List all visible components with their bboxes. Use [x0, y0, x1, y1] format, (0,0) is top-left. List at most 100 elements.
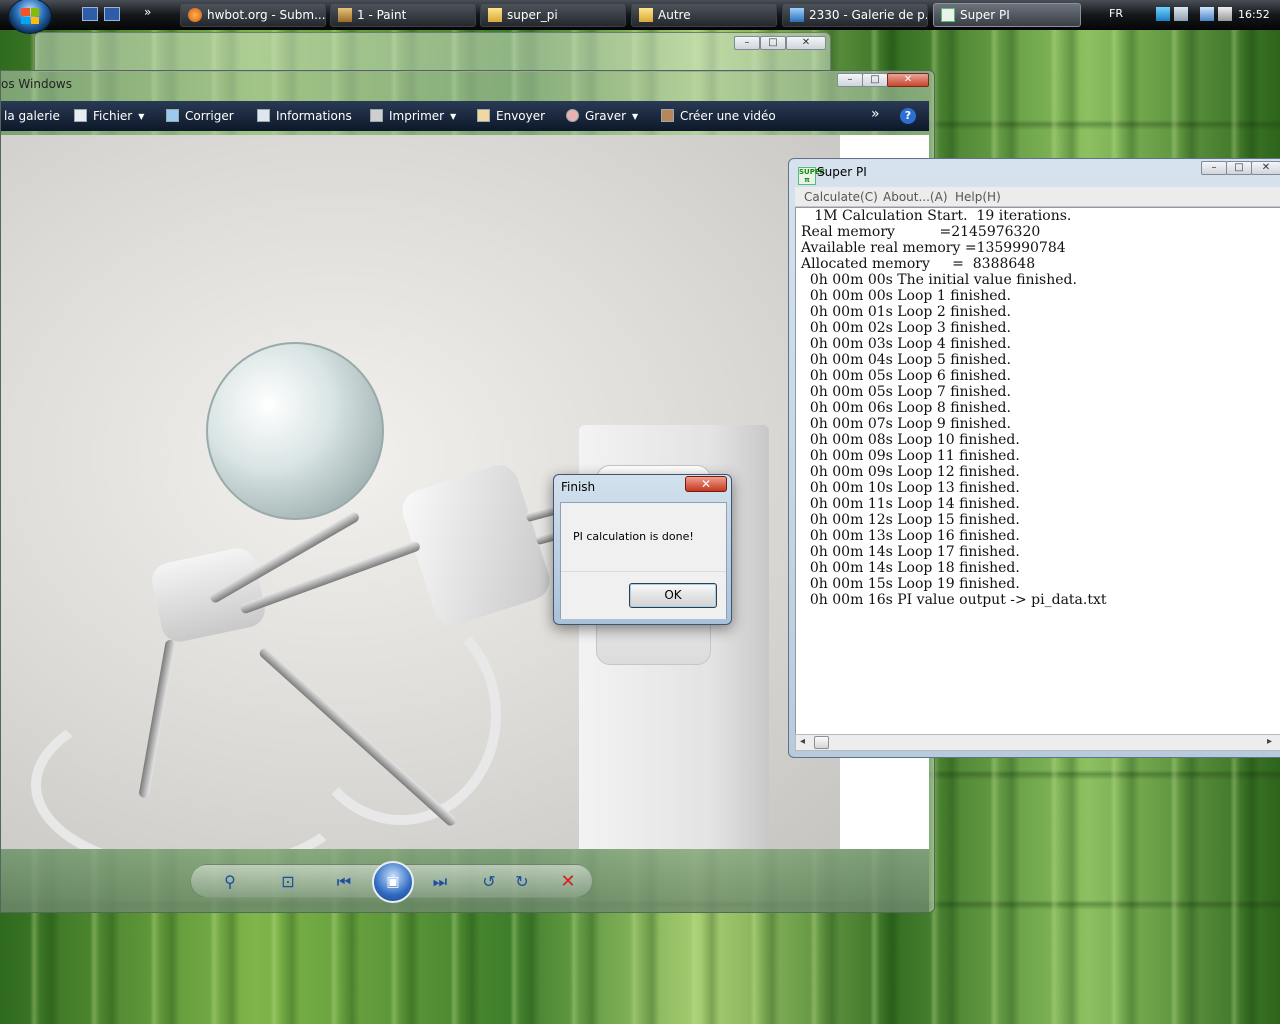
task-label: hwbot.org - Subm... [207, 8, 326, 22]
log-line: 0h 00m 06s Loop 8 finished. [801, 400, 1011, 416]
folder-icon [488, 8, 502, 22]
task-hwbot[interactable]: hwbot.org - Subm... [180, 3, 326, 27]
task-photo-gallery[interactable]: 2330 - Galerie de p... [782, 3, 928, 27]
close-button[interactable]: ✕ [887, 73, 929, 87]
dialog-body: PI calculation is done! OK [560, 502, 727, 619]
menu-about[interactable]: About...(A) [883, 190, 948, 204]
log-line: 0h 00m 11s Loop 14 finished. [801, 496, 1020, 512]
task-autre-folder[interactable]: Autre [631, 3, 777, 27]
log-line: 0h 00m 00s The initial value finished. [801, 272, 1077, 288]
dialog-title: Finish [561, 480, 596, 494]
create-video-label: Créer une vidéo [680, 109, 776, 123]
window-title: Super PI [817, 165, 867, 179]
disc-icon [566, 109, 579, 122]
task-paint[interactable]: 1 - Paint [330, 3, 476, 27]
folder-icon [639, 8, 653, 22]
start-button[interactable] [8, 0, 52, 34]
light-bulb [206, 342, 384, 520]
task-super-pi-folder[interactable]: super_pi [480, 3, 626, 27]
network-icon[interactable] [1200, 7, 1214, 21]
horizontal-scrollbar[interactable]: ◂ ▸ [795, 734, 1280, 751]
print-menu[interactable]: Imprimer ▼ [370, 109, 456, 123]
task-label: 1 - Paint [357, 8, 407, 22]
menu-help[interactable]: Help(H) [955, 190, 1001, 204]
robot-arm [239, 540, 422, 615]
finish-dialog: Finish ✕ PI calculation is done! OK [553, 474, 732, 625]
volume-icon[interactable] [1218, 7, 1232, 21]
scroll-right-icon[interactable]: ▸ [1267, 736, 1272, 747]
zoom-icon[interactable]: ⚲ [221, 873, 239, 891]
back-to-gallery-button[interactable]: la galerie [4, 109, 60, 123]
printer-icon [370, 109, 383, 122]
photo-gallery-icon [790, 8, 804, 22]
scroll-left-icon[interactable]: ◂ [800, 736, 805, 747]
background-window: – □ ✕ [34, 32, 831, 72]
close-button[interactable]: ✕ [1251, 161, 1280, 175]
log-line: 0h 00m 14s Loop 17 finished. [801, 544, 1020, 560]
maximize-button[interactable]: □ [1226, 161, 1252, 175]
task-super-pi[interactable]: Super PI [933, 3, 1081, 27]
viewer-control-bar: ⚲ ⊡ ⏮ ▣ ⏭ ↺ ↻ ✕ [190, 861, 593, 903]
rotate-left-icon[interactable]: ↺ [480, 873, 498, 891]
next-icon[interactable]: ⏭ [431, 873, 449, 891]
burn-label: Graver [585, 109, 627, 123]
chevron-down-icon: ▼ [450, 112, 457, 121]
film-icon [661, 109, 674, 122]
help-icon[interactable]: ? [900, 108, 916, 124]
log-line: 0h 00m 03s Loop 4 finished. [801, 336, 1011, 352]
log-line: 0h 00m 05s Loop 6 finished. [801, 368, 1011, 384]
dialog-footer: OK [561, 571, 726, 619]
delete-icon[interactable]: ✕ [559, 873, 577, 891]
chevron-down-icon: ▼ [632, 112, 639, 121]
burn-menu[interactable]: Graver ▼ [566, 109, 638, 123]
file-label: Fichier [93, 109, 133, 123]
language-indicator[interactable]: FR [1109, 7, 1123, 20]
dialog-close-button[interactable]: ✕ [685, 476, 727, 492]
create-video-button[interactable]: Créer une vidéo [661, 109, 776, 123]
fix-icon [166, 109, 179, 122]
send-button[interactable]: Envoyer [477, 109, 545, 123]
rotate-right-icon[interactable]: ↻ [513, 873, 531, 891]
log-line: 0h 00m 05s Loop 7 finished. [801, 384, 1011, 400]
log-line: Real memory =2145976320 [801, 224, 1041, 240]
send-label: Envoyer [496, 109, 546, 123]
fix-button[interactable]: Corriger [166, 109, 234, 123]
menu-calculate[interactable]: Calculate(C) [804, 190, 878, 204]
minimize-button[interactable]: – [1201, 161, 1227, 175]
tray-app-icon[interactable] [1156, 7, 1170, 21]
quick-launch-more-button[interactable]: » [144, 5, 151, 19]
fit-window-icon[interactable]: ⊡ [279, 873, 297, 891]
log-line: 0h 00m 01s Loop 2 finished. [801, 304, 1011, 320]
log-line: Allocated memory = 8388648 [801, 256, 1036, 272]
log-line: 0h 00m 13s Loop 16 finished. [801, 528, 1020, 544]
file-menu[interactable]: Fichier ▼ [74, 109, 144, 123]
output-log[interactable]: 1M Calculation Start. 19 iterations. Real… [795, 207, 1280, 737]
switch-windows-icon[interactable] [104, 7, 120, 21]
clock[interactable]: 16:52 [1238, 8, 1270, 21]
log-line: 0h 00m 09s Loop 12 finished. [801, 464, 1020, 480]
scroll-thumb[interactable] [814, 736, 829, 749]
super-pi-icon [941, 8, 955, 22]
minimize-button[interactable]: – [734, 36, 760, 50]
log-line: 0h 00m 14s Loop 18 finished. [801, 560, 1020, 576]
toolbar-more-button[interactable]: » [871, 106, 880, 122]
close-button[interactable]: ✕ [786, 36, 826, 50]
minimize-button[interactable]: – [837, 73, 863, 87]
maximize-button[interactable]: □ [862, 73, 888, 87]
log-line: 0h 00m 09s Loop 11 finished. [801, 448, 1020, 464]
previous-icon[interactable]: ⏮ [335, 873, 353, 891]
maximize-button[interactable]: □ [760, 36, 786, 50]
ok-button[interactable]: OK [629, 583, 717, 608]
show-desktop-icon[interactable] [82, 7, 98, 21]
windows-logo-icon [21, 8, 39, 24]
chevron-down-icon: ▼ [138, 112, 145, 121]
tray-app-icon[interactable] [1174, 7, 1188, 21]
log-line: 0h 00m 15s Loop 19 finished. [801, 576, 1020, 592]
info-button[interactable]: Informations [257, 109, 352, 123]
paint-icon [338, 8, 352, 22]
log-line: 0h 00m 08s Loop 10 finished. [801, 432, 1020, 448]
task-label: super_pi [507, 8, 558, 22]
log-line: 0h 00m 16s PI value output -> pi_data.tx… [801, 592, 1107, 608]
slideshow-icon[interactable]: ▣ [372, 861, 414, 903]
super-pi-logo-icon: SUPER π [798, 167, 826, 185]
